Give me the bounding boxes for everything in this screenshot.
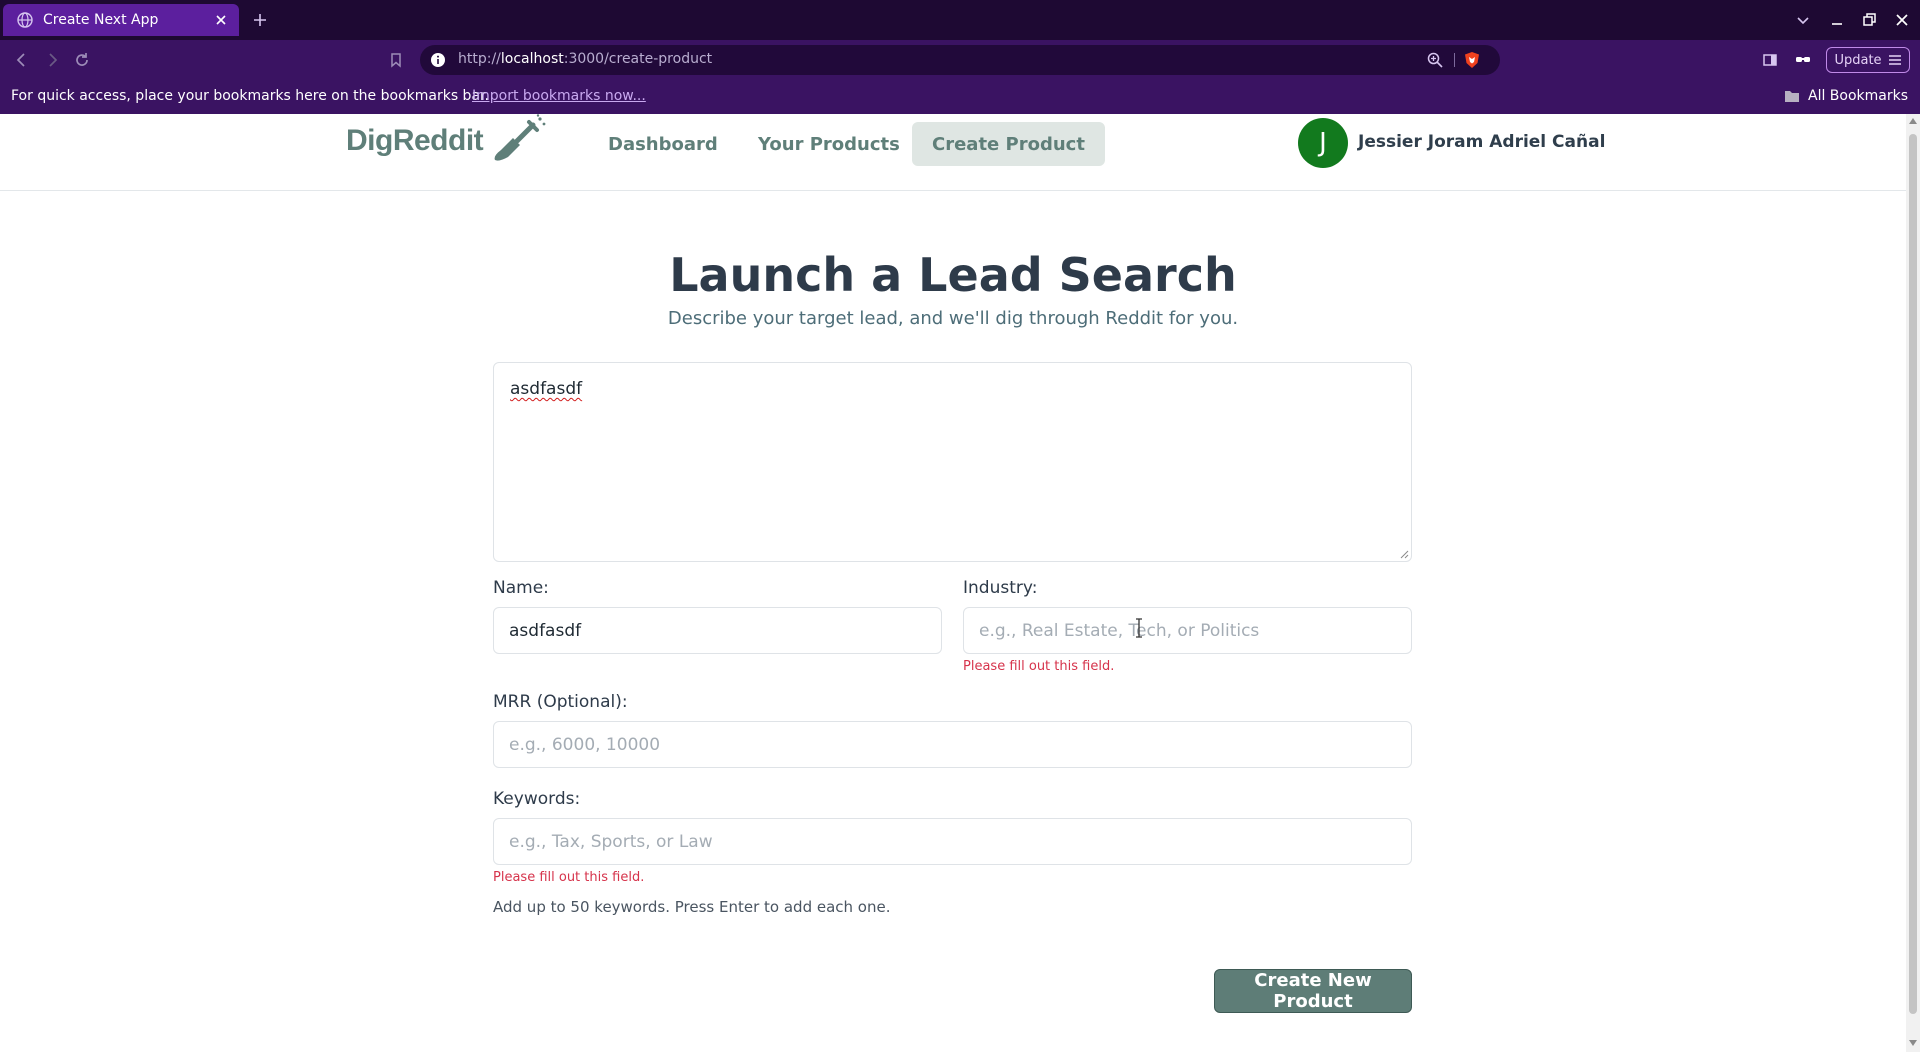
description-textarea[interactable]: asdfasdf <box>493 362 1412 562</box>
back-icon[interactable] <box>12 50 32 70</box>
new-tab-icon[interactable] <box>250 10 270 30</box>
restore-icon[interactable] <box>1859 10 1879 30</box>
description-value: asdfasdf <box>510 379 583 399</box>
keywords-error: Please fill out this field. <box>493 870 645 885</box>
name-input[interactable]: asdfasdf <box>493 607 942 654</box>
keywords-label: Keywords: <box>493 789 581 809</box>
mrr-label: MRR (Optional): <box>493 692 628 712</box>
tab-close-icon[interactable] <box>213 12 229 28</box>
forward-icon[interactable] <box>42 50 62 70</box>
all-bookmarks-label: All Bookmarks <box>1808 88 1909 104</box>
reload-icon[interactable] <box>72 50 92 70</box>
scrollbar-thumb[interactable] <box>1909 134 1917 1014</box>
tab-title: Create Next App <box>43 12 159 28</box>
page-scrollbar[interactable] <box>1906 114 1920 1052</box>
url-host: localhost <box>500 51 564 67</box>
create-product-button[interactable]: Create New Product <box>1214 969 1412 1013</box>
resize-handle-icon[interactable] <box>1399 549 1409 559</box>
mrr-input[interactable]: e.g., 6000, 10000 <box>493 721 1412 768</box>
nav-create-product[interactable]: Create Product <box>912 122 1105 166</box>
industry-placeholder: e.g., Real Estate, Tech, or Politics <box>979 620 1260 641</box>
bookmarks-bar: For quick access, place your bookmarks h… <box>0 80 1920 114</box>
page-title: Launch a Lead Search <box>669 248 1237 302</box>
bookmark-icon[interactable] <box>386 50 406 70</box>
logo[interactable]: DigReddit <box>346 114 547 168</box>
industry-label: Industry: <box>963 578 1038 598</box>
browser-tabstrip: Create Next App <box>0 0 1920 40</box>
avatar[interactable]: J <box>1298 118 1348 168</box>
url-path: :3000/create-product <box>563 51 713 67</box>
page-subtitle: Describe your target lead, and we'll dig… <box>667 308 1239 329</box>
brave-shield-icon[interactable] <box>1463 51 1481 69</box>
update-button[interactable]: Update <box>1826 47 1910 73</box>
minimize-icon[interactable] <box>1827 10 1847 30</box>
globe-icon <box>17 12 33 28</box>
scroll-up-icon[interactable] <box>1909 118 1917 124</box>
keywords-hint: Add up to 50 keywords. Press Enter to ad… <box>493 898 891 916</box>
site-info-icon[interactable] <box>430 52 446 68</box>
logo-text: DigReddit <box>346 124 484 157</box>
update-label: Update <box>1834 52 1882 68</box>
import-bookmarks-link[interactable]: Import bookmarks now... <box>472 88 646 104</box>
url-prefix: http:// <box>458 51 501 67</box>
browser-toolbar: http://localhost:3000/create-product Upd… <box>0 40 1920 80</box>
name-value: asdfasdf <box>509 620 582 641</box>
shovel-icon <box>494 114 546 161</box>
browser-tab[interactable]: Create Next App <box>3 4 239 36</box>
folder-icon <box>1785 91 1799 102</box>
tab-search-icon[interactable] <box>1793 10 1813 30</box>
user-name[interactable]: Jessier Joram Adriel Cañal <box>1358 132 1605 152</box>
all-bookmarks-button[interactable]: All Bookmarks <box>1784 88 1908 104</box>
menu-icon <box>1888 55 1901 65</box>
scroll-down-icon[interactable] <box>1909 1040 1917 1046</box>
wallet-icon[interactable] <box>1793 50 1813 70</box>
page-viewport: DigReddit Dashboard Your Products Create… <box>0 114 1906 1052</box>
window-close-icon[interactable] <box>1892 10 1912 30</box>
text-cursor-icon <box>1136 618 1142 638</box>
nav-your-products[interactable]: Your Products <box>738 122 920 166</box>
mrr-placeholder: e.g., 6000, 10000 <box>509 734 661 755</box>
address-bar[interactable]: http://localhost:3000/create-product <box>420 45 1500 75</box>
keywords-input[interactable]: e.g., Tax, Sports, or Law <box>493 818 1412 865</box>
industry-input[interactable]: e.g., Real Estate, Tech, or Politics <box>963 607 1412 654</box>
url-divider <box>1454 53 1455 67</box>
sidebar-icon[interactable] <box>1760 50 1780 70</box>
zoom-icon[interactable] <box>1426 51 1444 69</box>
app-header: DigReddit Dashboard Your Products Create… <box>0 114 1906 191</box>
nav-dashboard[interactable]: Dashboard <box>588 122 738 166</box>
url-text[interactable]: http://localhost:3000/create-product <box>458 51 712 67</box>
name-label: Name: <box>493 578 549 598</box>
bookmarks-hint: For quick access, place your bookmarks h… <box>11 88 489 104</box>
industry-error: Please fill out this field. <box>963 659 1115 674</box>
keywords-placeholder: e.g., Tax, Sports, or Law <box>509 831 713 852</box>
